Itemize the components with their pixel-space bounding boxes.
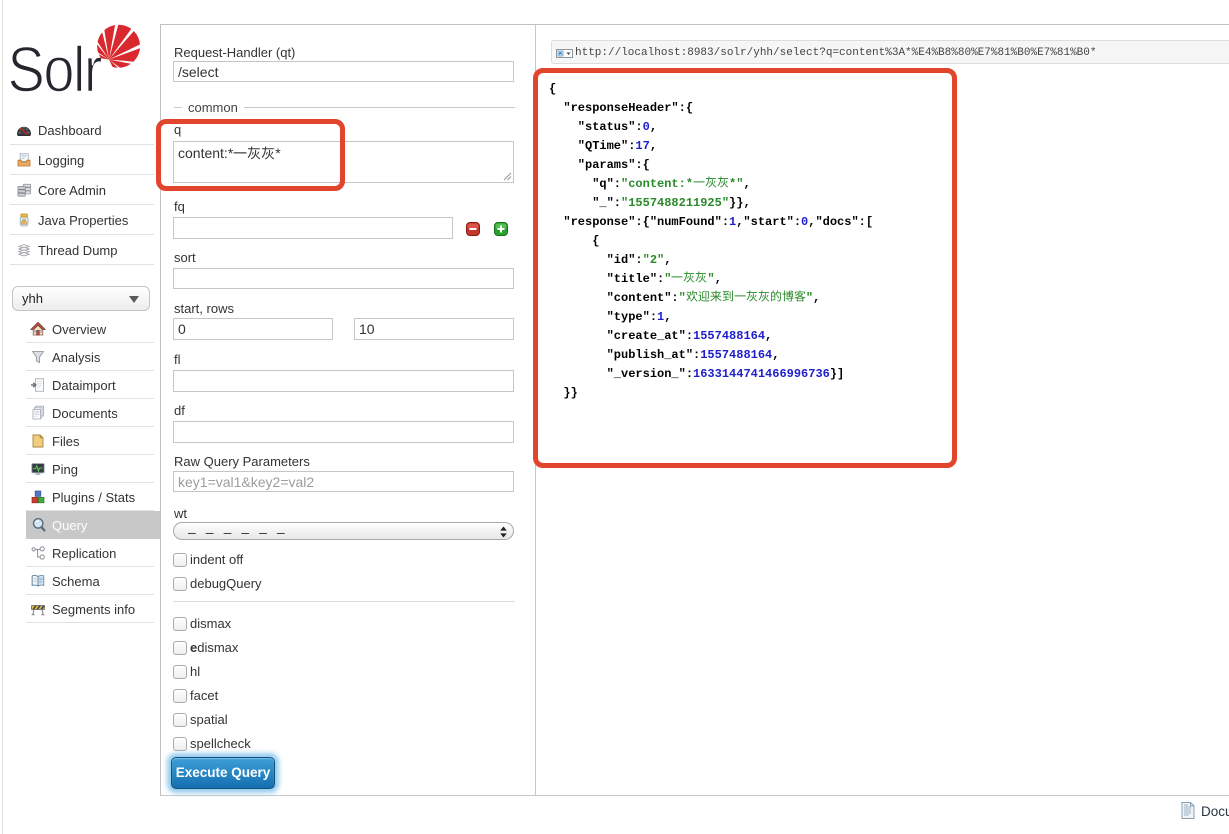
svg-text:Solr: Solr [8,33,102,96]
